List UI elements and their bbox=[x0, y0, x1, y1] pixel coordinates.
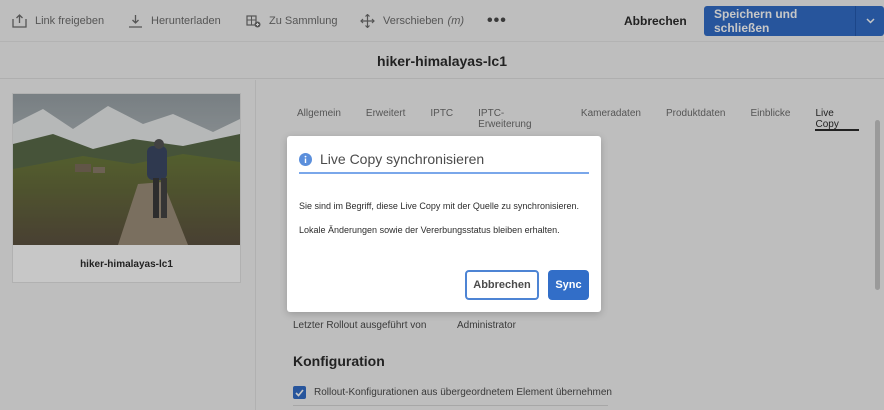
dialog-cancel-button[interactable]: Abbrechen bbox=[465, 270, 539, 300]
dialog-header: Live Copy synchronisieren bbox=[299, 146, 589, 174]
dialog-title: Live Copy synchronisieren bbox=[320, 151, 485, 167]
dialog-message-local-changes: Lokale Änderungen sowie der Vererbungsst… bbox=[299, 225, 560, 235]
sync-live-copy-dialog: Live Copy synchronisieren Sie sind im Be… bbox=[287, 136, 601, 312]
dialog-body: Sie sind im Begriff, diese Live Copy mit… bbox=[299, 200, 594, 248]
info-icon bbox=[299, 152, 312, 166]
dialog-message-sync: Sie sind im Begriff, diese Live Copy mit… bbox=[299, 201, 579, 211]
dialog-sync-button[interactable]: Sync bbox=[548, 270, 589, 300]
